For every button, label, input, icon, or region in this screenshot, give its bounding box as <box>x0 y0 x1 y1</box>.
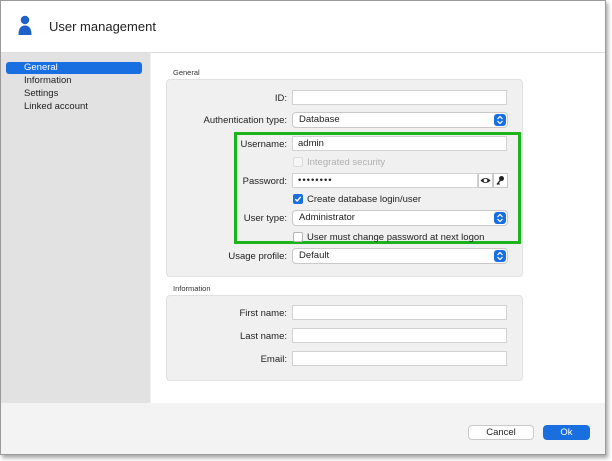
user-type-value: Administrator <box>299 212 355 223</box>
show-password-button[interactable] <box>478 173 493 188</box>
auth-type-value: Database <box>299 114 340 125</box>
user-icon <box>18 15 32 37</box>
user-management-window: User management General Information Sett… <box>0 0 606 455</box>
sidebar-item-settings[interactable]: Settings <box>6 88 142 100</box>
must-change-password-label: User must change password at next logon <box>307 232 485 243</box>
auth-type-label: Authentication type: <box>203 115 287 126</box>
password-label: Password: <box>242 176 287 187</box>
id-label: ID: <box>274 93 287 104</box>
integrated-security-label: Integrated security <box>307 157 386 168</box>
window-title: User management <box>49 19 156 34</box>
usage-profile-value: Default <box>299 250 330 261</box>
usage-profile-label: Usage profile: <box>228 251 287 262</box>
ok-button[interactable]: Ok <box>543 425 590 440</box>
email-label: Email: <box>260 354 287 365</box>
auth-type-select[interactable]: Database <box>292 112 508 128</box>
username-label: Username: <box>240 139 287 150</box>
chevron-updown-icon <box>494 114 506 126</box>
information-section-label: Information <box>173 284 211 293</box>
generate-password-button[interactable] <box>493 173 508 188</box>
title-bar: User management <box>1 1 605 53</box>
last-name-field[interactable] <box>292 328 507 343</box>
first-name-field[interactable] <box>292 305 507 320</box>
user-type-label: User type: <box>243 213 287 224</box>
integrated-security-checkbox[interactable] <box>293 157 303 167</box>
general-section-label: General <box>173 68 200 77</box>
checkmark-icon <box>294 196 302 203</box>
first-name-label: First name: <box>239 308 287 319</box>
chevron-updown-icon <box>494 250 506 262</box>
key-icon <box>496 176 504 185</box>
password-field[interactable]: •••••••• <box>292 173 478 188</box>
id-field[interactable] <box>292 90 507 105</box>
username-field[interactable]: admin <box>292 136 507 151</box>
email-field[interactable] <box>292 351 507 366</box>
sidebar-item-general[interactable]: General <box>6 62 142 74</box>
chevron-updown-icon <box>494 212 506 224</box>
sidebar-item-information[interactable]: Information <box>6 75 142 87</box>
eye-icon <box>480 178 491 183</box>
create-db-login-label: Create database login/user <box>307 194 422 205</box>
sidebar-item-linked-account[interactable]: Linked account <box>6 101 142 113</box>
last-name-label: Last name: <box>240 331 287 342</box>
create-db-login-checkbox[interactable] <box>293 194 303 204</box>
must-change-password-checkbox[interactable] <box>293 232 303 242</box>
cancel-button[interactable]: Cancel <box>468 425 534 440</box>
user-type-select[interactable]: Administrator <box>292 210 508 226</box>
sidebar: General Information Settings Linked acco… <box>1 53 150 403</box>
usage-profile-select[interactable]: Default <box>292 248 508 264</box>
